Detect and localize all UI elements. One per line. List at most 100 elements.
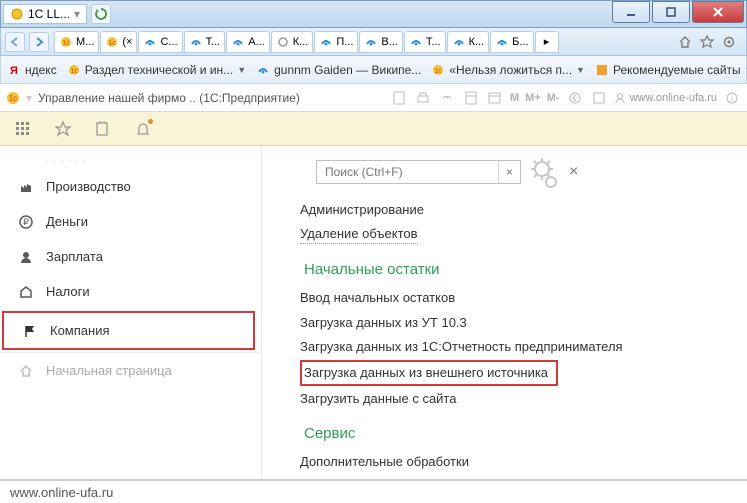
browser-tab[interactable]: К... xyxy=(447,31,490,53)
panel-close[interactable]: × xyxy=(569,163,578,181)
sidebar-item[interactable]: ₽Деньги xyxy=(0,204,261,239)
bookmark-icon xyxy=(256,63,270,77)
footer-url: www.online-ufa.ru xyxy=(10,485,113,500)
toolbar-calc-icon[interactable] xyxy=(462,89,480,107)
bookmark-label: Рекомендуемые сайты xyxy=(613,63,741,77)
sidebar-item-label: Производство xyxy=(46,179,131,194)
user-indicator[interactable]: www.online-ufa.ru xyxy=(614,92,717,104)
toolbar-window-icon[interactable] xyxy=(590,89,608,107)
browser-tab[interactable]: Б... xyxy=(490,31,533,53)
toolbar-print-icon[interactable] xyxy=(414,89,432,107)
tab-label: Т... xyxy=(206,36,221,48)
bookmark-icon: Я xyxy=(7,63,21,77)
bookmark-item[interactable]: 1c«Нельзя ложиться п...▼ xyxy=(431,63,585,77)
svg-text:Я: Я xyxy=(10,65,18,77)
bookmark-item[interactable]: Рекомендуемые сайты▼ xyxy=(595,63,747,77)
dropdown-icon[interactable]: ▾ xyxy=(74,7,80,21)
bookmark-item[interactable]: gunnm Gaiden — Википе... xyxy=(256,63,421,77)
home-icon xyxy=(18,364,34,378)
tab-icon xyxy=(276,35,290,49)
minimize-button[interactable] xyxy=(612,1,650,23)
content-link[interactable]: Загрузка данных из 1С:Отчетность предпри… xyxy=(300,335,733,359)
sidebar-item[interactable]: Зарплата xyxy=(0,239,261,274)
tab-overflow[interactable]: ▸ xyxy=(535,31,559,53)
content-link[interactable]: Дополнительные обработки xyxy=(300,450,733,474)
apps-icon[interactable] xyxy=(14,120,32,138)
flag-icon xyxy=(22,324,38,338)
settings-icon[interactable] xyxy=(722,35,736,49)
memory-mminus[interactable]: M- xyxy=(547,92,560,104)
sidebar-item-label: Налоги xyxy=(46,284,90,299)
toolbar-link-icon[interactable] xyxy=(438,89,456,107)
refresh-icon[interactable] xyxy=(91,4,111,24)
chevron-down-icon: ▼ xyxy=(237,65,246,75)
tab-icon: 1c xyxy=(105,35,119,49)
bookmark-label: Раздел технической и ин... xyxy=(85,63,234,77)
memory-m[interactable]: M xyxy=(510,92,519,104)
browser-tab[interactable]: С... xyxy=(138,31,182,53)
bookmark-item[interactable]: 1c Раздел технической и ин...▼ xyxy=(67,63,246,77)
app-icon xyxy=(10,7,24,21)
tab-icon: 1c xyxy=(59,35,73,49)
svg-text:1c: 1c xyxy=(9,94,17,103)
tab-icon xyxy=(143,35,157,49)
content-link[interactable]: Загрузка данных из внешнего источника xyxy=(300,360,558,386)
sidebar-item-label: Компания xyxy=(50,323,110,338)
sidebar-item[interactable]: Начальная страница xyxy=(0,353,261,388)
content-link[interactable]: Администрирование xyxy=(300,198,733,222)
content-link[interactable]: Загрузка данных из УТ 10.3 xyxy=(300,311,733,335)
person-icon xyxy=(18,250,34,264)
browser-tab[interactable]: А... xyxy=(226,31,270,53)
browser-tab[interactable]: П... xyxy=(314,31,358,53)
chevron-down-icon: ▼ xyxy=(576,65,585,75)
browser-tab[interactable]: 1c(× xyxy=(100,31,137,53)
content-link[interactable]: Ввод начальных остатков xyxy=(300,286,733,310)
onec-toolbar: 1c ▾ Управление нашей фирмо .. (1С:Предп… xyxy=(0,84,747,112)
bookmark-icon: 1c xyxy=(67,63,81,77)
sidebar-item[interactable]: Налоги xyxy=(0,274,261,309)
sidebar-item[interactable]: Компания xyxy=(4,313,253,348)
sidebar-item-label: Начальная страница xyxy=(46,363,172,378)
bookmarks-bar: Яндекс1cРаздел технической и ин...▼gunnm… xyxy=(0,56,747,84)
search-clear[interactable]: × xyxy=(498,161,520,183)
tab-icon xyxy=(495,35,509,49)
browser-tab[interactable]: К... xyxy=(271,31,314,53)
close-button[interactable] xyxy=(692,1,744,23)
home-icon[interactable] xyxy=(678,35,692,49)
browser-tab[interactable]: Т... xyxy=(404,31,446,53)
bell-icon[interactable] xyxy=(134,120,152,138)
content-panel: × × Администрирование Удаление объектов … xyxy=(262,146,747,479)
content-link[interactable]: Удаление объектов xyxy=(300,222,733,247)
window-title: 1C LL... ▾ xyxy=(3,4,87,24)
memory-mplus[interactable]: M+ xyxy=(525,92,541,104)
tab-label: С... xyxy=(160,36,177,48)
sidebar-item-label: Зарплата xyxy=(46,249,103,264)
onec-logo-icon: 1c xyxy=(6,91,20,105)
bookmark-item[interactable]: Яндекс xyxy=(7,63,57,77)
toolbar-back-icon[interactable] xyxy=(566,89,584,107)
sidebar-item[interactable]: Производство xyxy=(0,169,261,204)
favorites-icon[interactable] xyxy=(700,35,714,49)
browser-tab[interactable]: Т... xyxy=(184,31,226,53)
factory-icon xyxy=(18,180,34,194)
history-icon[interactable] xyxy=(94,120,112,138)
toolbar-calendar-icon[interactable] xyxy=(486,89,504,107)
maximize-button[interactable] xyxy=(652,1,690,23)
search-box[interactable]: × xyxy=(316,160,521,184)
search-input[interactable] xyxy=(317,165,498,179)
settings-gear-icon[interactable] xyxy=(531,158,553,186)
toolbar-page-icon[interactable] xyxy=(390,89,408,107)
forward-button[interactable] xyxy=(29,32,49,52)
star-icon[interactable] xyxy=(54,120,72,138)
section-heading: Сервис xyxy=(300,411,733,450)
tab-icon xyxy=(452,35,466,49)
tab-icon xyxy=(189,35,203,49)
browser-tab[interactable]: В... xyxy=(359,31,403,53)
info-icon[interactable]: i xyxy=(723,89,741,107)
content-link[interactable]: Загрузить данные с сайта xyxy=(300,387,733,411)
sidebar: . . . . . .Производство₽ДеньгиЗарплатаНа… xyxy=(0,146,262,479)
browser-tab[interactable]: 1cМ... xyxy=(54,31,99,53)
back-button[interactable] xyxy=(5,32,25,52)
bookmark-label: «Нельзя ложиться п... xyxy=(449,63,572,77)
tab-label: В... xyxy=(381,36,398,48)
